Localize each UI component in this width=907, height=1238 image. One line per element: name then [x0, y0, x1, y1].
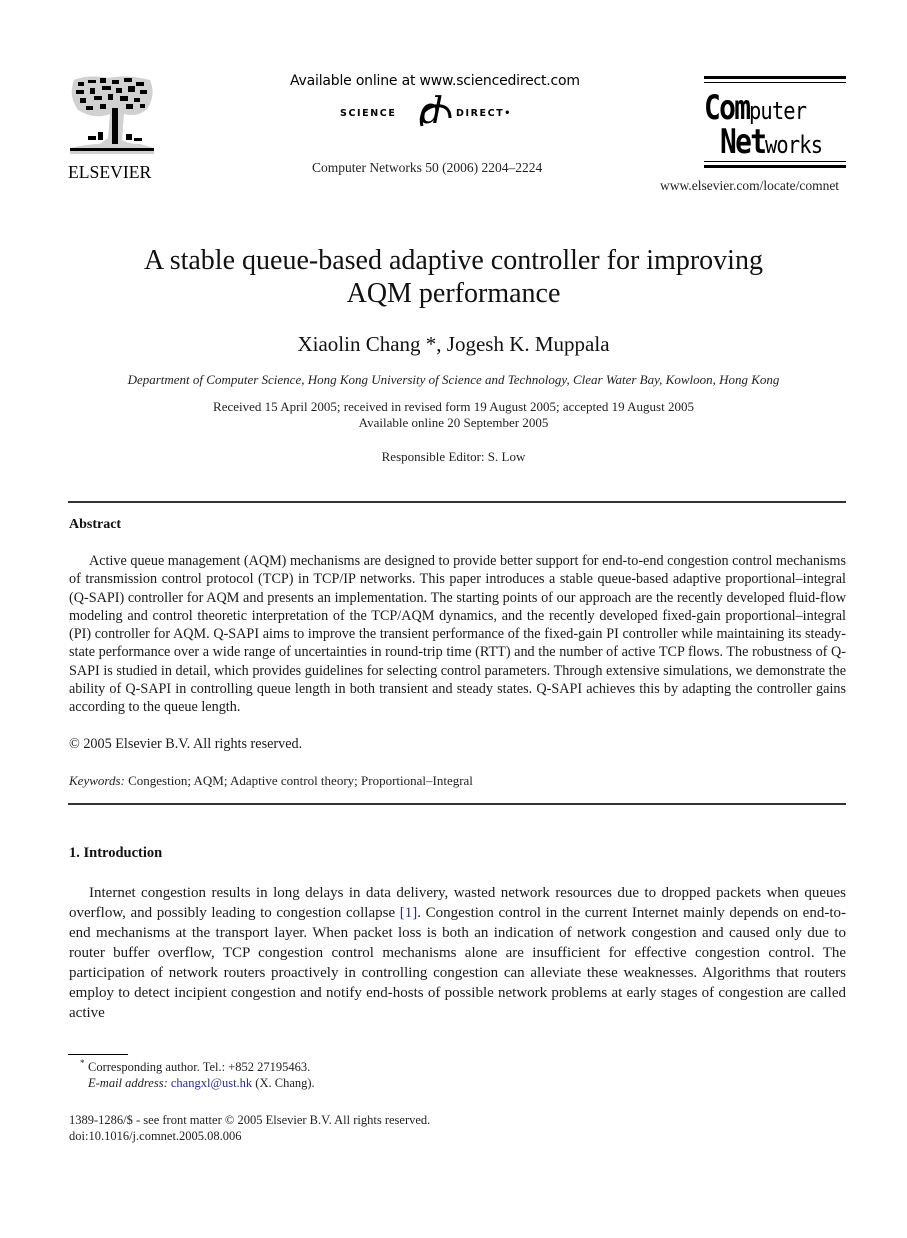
abstract-heading: Abstract — [69, 517, 122, 532]
available-online-link[interactable]: Available online at www.sciencedirect.co… — [290, 73, 580, 89]
doi[interactable]: doi:10.1016/j.comnet.2005.08.006 — [69, 1129, 242, 1144]
logo-rule — [704, 76, 846, 79]
reference-link[interactable]: [1] — [400, 905, 418, 921]
footnote-rule — [68, 1054, 128, 1055]
logo-rule — [704, 165, 846, 168]
elsevier-logo: ELSEVIER — [68, 74, 158, 181]
section-heading-introduction: 1. Introduction — [69, 845, 163, 861]
computer-networks-logo: Computer Networks — [704, 74, 846, 174]
received-dates: Received 15 April 2005; received in revi… — [213, 399, 694, 414]
corresponding-author-note: Corresponding author. Tel.: +852 2719546… — [88, 1060, 311, 1074]
keywords-label: Keywords: — [69, 773, 125, 788]
journal-reference: Computer Networks 50 (2006) 2204–2224 — [312, 160, 543, 175]
sciencedirect-direct-text: DIRECT• — [456, 108, 512, 119]
logo-big-text: Net — [720, 122, 767, 162]
sciencedirect-logo: SCIENCE d DIRECT• — [340, 94, 530, 134]
front-matter-note: 1389-1286/$ - see front matter © 2005 El… — [69, 1113, 431, 1127]
title-line: AQM performance — [346, 278, 561, 309]
keywords: Keywords: Congestion; AQM; Adaptive cont… — [69, 773, 473, 789]
title-line: A stable queue-based adaptive controller… — [144, 245, 763, 276]
article-title: A stable queue-based adaptive controller… — [0, 244, 907, 310]
divider — [68, 803, 846, 805]
intro-text-part: . Congestion control in the current Inte… — [69, 905, 846, 1021]
footnote-marker: * — [80, 1058, 85, 1068]
journal-url-link[interactable]: www.elsevier.com/locate/comnet — [660, 178, 839, 194]
affiliation: Department of Computer Science, Hong Kon… — [127, 372, 780, 387]
elsevier-tree-icon — [70, 76, 154, 154]
logo-small-text: puter — [749, 97, 807, 125]
email-link[interactable]: changxl@ust.hk — [171, 1076, 252, 1090]
logo-rule — [704, 161, 846, 162]
available-online-date: Available online 20 September 2005 — [358, 415, 549, 430]
article-dates: Received 15 April 2005; received in revi… — [0, 399, 907, 431]
email-label: E-mail address: — [88, 1076, 168, 1090]
abstract-copyright: © 2005 Elsevier B.V. All rights reserved… — [69, 736, 303, 752]
responsible-editor: Responsible Editor: S. Low — [381, 449, 526, 464]
logo-small-text: works — [765, 131, 823, 159]
divider — [68, 501, 846, 503]
sciencedirect-science-text: SCIENCE — [340, 108, 397, 119]
logo-line-networks: Networks — [720, 122, 833, 162]
introduction-text: Internet congestion results in long dela… — [69, 883, 846, 1023]
logo-rule — [704, 82, 846, 83]
abstract-text: Active queue management (AQM) mechanisms… — [69, 553, 846, 716]
email-note: E-mail address: changxl@ust.hk (X. Chang… — [88, 1076, 315, 1091]
keywords-list: Congestion; AQM; Adaptive control theory… — [128, 773, 473, 788]
elsevier-wordmark: ELSEVIER — [68, 162, 152, 182]
sciencedirect-circle-icon — [419, 104, 452, 127]
email-suffix: (X. Chang). — [252, 1076, 315, 1090]
authors: Xiaolin Chang *, Jogesh K. Muppala — [297, 332, 610, 356]
